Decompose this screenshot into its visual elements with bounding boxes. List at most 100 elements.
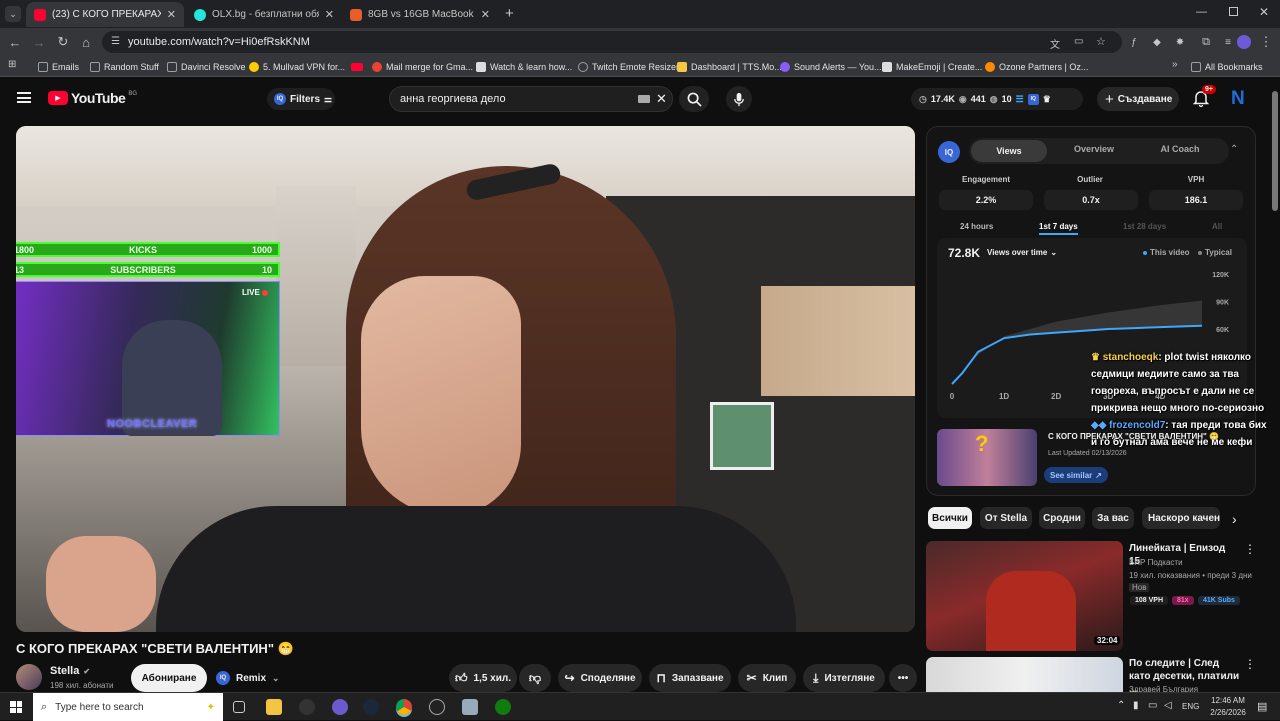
account-avatar[interactable]: N bbox=[1231, 89, 1249, 109]
subscribe-button[interactable]: Абониране bbox=[131, 664, 207, 692]
tab-youtube[interactable]: (23) С КОГО ПРЕКАРАХ "СВЕТИ ✕ bbox=[26, 2, 184, 27]
xbox-icon[interactable] bbox=[495, 699, 511, 715]
bookmark-item[interactable]: Sound Alerts — You... bbox=[780, 59, 882, 74]
windows-start-icon[interactable] bbox=[10, 701, 22, 713]
address-bar[interactable]: ☰ youtube.com/watch?v=Hi0efRskKNM 文 ▭ ☆ bbox=[102, 31, 1122, 53]
search-input[interactable]: анна георгиева дело ✕ bbox=[389, 86, 673, 112]
bookmark-item[interactable]: Emails bbox=[38, 59, 79, 74]
tab-views[interactable]: Views bbox=[971, 140, 1047, 162]
clear-search-icon[interactable]: ✕ bbox=[656, 91, 667, 107]
page-scrollbar[interactable] bbox=[1270, 77, 1280, 692]
chrome-icon[interactable] bbox=[396, 699, 412, 715]
save-button[interactable]: ⊓ Запазване bbox=[649, 664, 731, 692]
tab-macbook[interactable]: 8GB vs 16GB MacBook - Does I ✕ bbox=[342, 2, 498, 27]
close-tab-icon[interactable]: ✕ bbox=[325, 8, 334, 21]
extension-icon[interactable]: ◆ bbox=[1149, 34, 1165, 50]
close-tab-icon[interactable]: ✕ bbox=[167, 8, 176, 21]
chrome-menu-icon[interactable]: ⋮ bbox=[1258, 34, 1274, 50]
hamburger-menu-icon[interactable] bbox=[17, 92, 31, 103]
chip-recent[interactable]: Наскоро качен bbox=[1142, 507, 1220, 529]
restore-icon[interactable] bbox=[1229, 7, 1238, 16]
extension-bulb-icon[interactable]: ✸ bbox=[1172, 34, 1188, 50]
bookmark-item[interactable]: Random Stuff bbox=[90, 59, 159, 74]
like-button[interactable]: 👍︎ 1,5 хил. bbox=[449, 664, 517, 692]
tray-chevron-icon[interactable]: ⌃ bbox=[1117, 700, 1125, 711]
language-indicator[interactable]: ENG bbox=[1182, 702, 1199, 711]
range-7d[interactable]: 1st 7 days bbox=[1039, 222, 1078, 235]
tab-overview[interactable]: Overview bbox=[1059, 144, 1129, 154]
rec-thumbnail[interactable]: 32:04 bbox=[926, 541, 1123, 651]
extensions-puzzle-icon[interactable]: ⧉ bbox=[1198, 34, 1214, 50]
channel-avatar[interactable] bbox=[16, 664, 42, 690]
scrollbar-thumb[interactable] bbox=[1272, 91, 1278, 211]
minimize-icon[interactable]: — bbox=[1196, 6, 1207, 18]
tab-olx[interactable]: OLX.bg - безплатни обяви ✕ bbox=[186, 2, 342, 27]
bookmark-item[interactable]: Dashboard | TTS.Mo... bbox=[677, 59, 782, 74]
new-tab-icon[interactable]: + bbox=[505, 5, 514, 22]
chip-for-you[interactable]: За вас bbox=[1092, 507, 1134, 529]
translate-icon[interactable]: 文 bbox=[1050, 36, 1060, 51]
extension-font-icon[interactable]: ƒ bbox=[1126, 34, 1142, 50]
range-24h[interactable]: 24 hours bbox=[960, 222, 993, 231]
youtube-logo[interactable]: ▶ YouTube BG bbox=[48, 90, 137, 106]
chart-metric-dropdown[interactable]: Views over time ⌄ bbox=[987, 248, 1057, 257]
steam-icon[interactable] bbox=[363, 699, 379, 715]
apps-grid-icon[interactable]: ⊞ bbox=[8, 59, 16, 70]
share-button[interactable]: ↪ Споделяне bbox=[558, 664, 642, 692]
clip-button[interactable]: ✂ Клип bbox=[738, 664, 796, 692]
all-bookmarks[interactable]: All Bookmarks bbox=[1191, 59, 1263, 74]
rec-channel[interactable]: БНР Подкасти bbox=[1129, 557, 1183, 568]
app-icon[interactable] bbox=[299, 699, 315, 715]
more-actions-button[interactable]: ••• bbox=[889, 664, 917, 692]
network-tray-icon[interactable]: ▭ bbox=[1148, 700, 1157, 711]
mic-tray-icon[interactable]: ▮ bbox=[1133, 700, 1139, 711]
close-tab-icon[interactable]: ✕ bbox=[481, 8, 490, 21]
notification-center-icon[interactable]: ▤ bbox=[1257, 700, 1267, 713]
search-button[interactable] bbox=[679, 86, 709, 112]
bookmark-star-icon[interactable]: ☆ bbox=[1096, 35, 1106, 48]
volume-tray-icon[interactable]: ◁ bbox=[1164, 700, 1172, 711]
bookmark-item[interactable]: Davinci Resolve bbox=[167, 59, 246, 74]
create-button[interactable]: + Създаване bbox=[1097, 87, 1179, 111]
list-icon[interactable]: ☰ bbox=[1016, 94, 1024, 105]
dislike-button[interactable]: 👎︎ bbox=[519, 664, 551, 692]
chips-next-icon[interactable]: › bbox=[1232, 511, 1237, 527]
app-icon[interactable] bbox=[462, 699, 478, 715]
cast-icon[interactable]: ▭ bbox=[1074, 36, 1083, 47]
chip-related[interactable]: Сродни bbox=[1039, 507, 1085, 529]
tab-search-icon[interactable]: ⌄ bbox=[5, 6, 21, 22]
keyboard-icon[interactable] bbox=[638, 95, 650, 103]
more-bookmarks-icon[interactable]: » bbox=[1172, 59, 1178, 70]
channel-name[interactable]: Stella ✔ bbox=[50, 665, 90, 677]
chip-all[interactable]: Всички bbox=[928, 507, 972, 529]
app-icon[interactable] bbox=[429, 699, 445, 715]
bookmark-item[interactable]: 5. Mullvad VPN for... bbox=[249, 59, 345, 74]
close-window-icon[interactable]: ✕ bbox=[1259, 5, 1269, 19]
filters-button[interactable]: IQ Filters ⚌ bbox=[267, 88, 335, 110]
related-thumbnail[interactable]: ? bbox=[937, 429, 1037, 486]
profile-avatar[interactable] bbox=[1237, 35, 1251, 49]
rec-thumbnail[interactable] bbox=[926, 657, 1123, 693]
iq-icon[interactable]: IQ bbox=[1027, 93, 1039, 105]
range-28d[interactable]: 1st 28 days bbox=[1123, 222, 1166, 231]
trophy-icon[interactable]: ♛ bbox=[1043, 94, 1051, 105]
app-icon[interactable] bbox=[332, 699, 348, 715]
tab-ai-coach[interactable]: AI Coach bbox=[1145, 144, 1215, 154]
video-player[interactable]: 1800 KICKS 1000 13 SUBSCRIBERS 10 LIVE NOOBC… bbox=[16, 126, 915, 632]
taskbar-search[interactable]: ⌕ Type here to search ✦ bbox=[33, 693, 223, 721]
file-explorer-icon[interactable] bbox=[266, 699, 282, 715]
range-all[interactable]: All bbox=[1212, 222, 1222, 231]
site-info-icon[interactable]: ☰ bbox=[111, 36, 120, 47]
bookmark-item[interactable]: Ozone Partners | Oz... bbox=[985, 59, 1088, 74]
back-icon[interactable]: ← bbox=[7, 34, 23, 50]
bookmark-item[interactable]: Twitch Emote Resizer bbox=[578, 59, 679, 74]
bookmark-item[interactable] bbox=[351, 59, 367, 74]
bookmark-item[interactable]: Mail merge for Gma... bbox=[372, 59, 473, 74]
voice-search-button[interactable] bbox=[726, 86, 752, 112]
bookmark-item[interactable]: MakeEmoji | Create... bbox=[882, 59, 982, 74]
clock-time[interactable]: 12:46 AM bbox=[1206, 696, 1250, 705]
collapse-chevron-icon[interactable]: ⌃ bbox=[1230, 144, 1238, 155]
task-view-icon[interactable] bbox=[233, 701, 245, 713]
bookmark-item[interactable]: Watch & learn how... bbox=[476, 59, 572, 74]
download-button[interactable]: ⤓ Изтегляне bbox=[803, 664, 885, 692]
